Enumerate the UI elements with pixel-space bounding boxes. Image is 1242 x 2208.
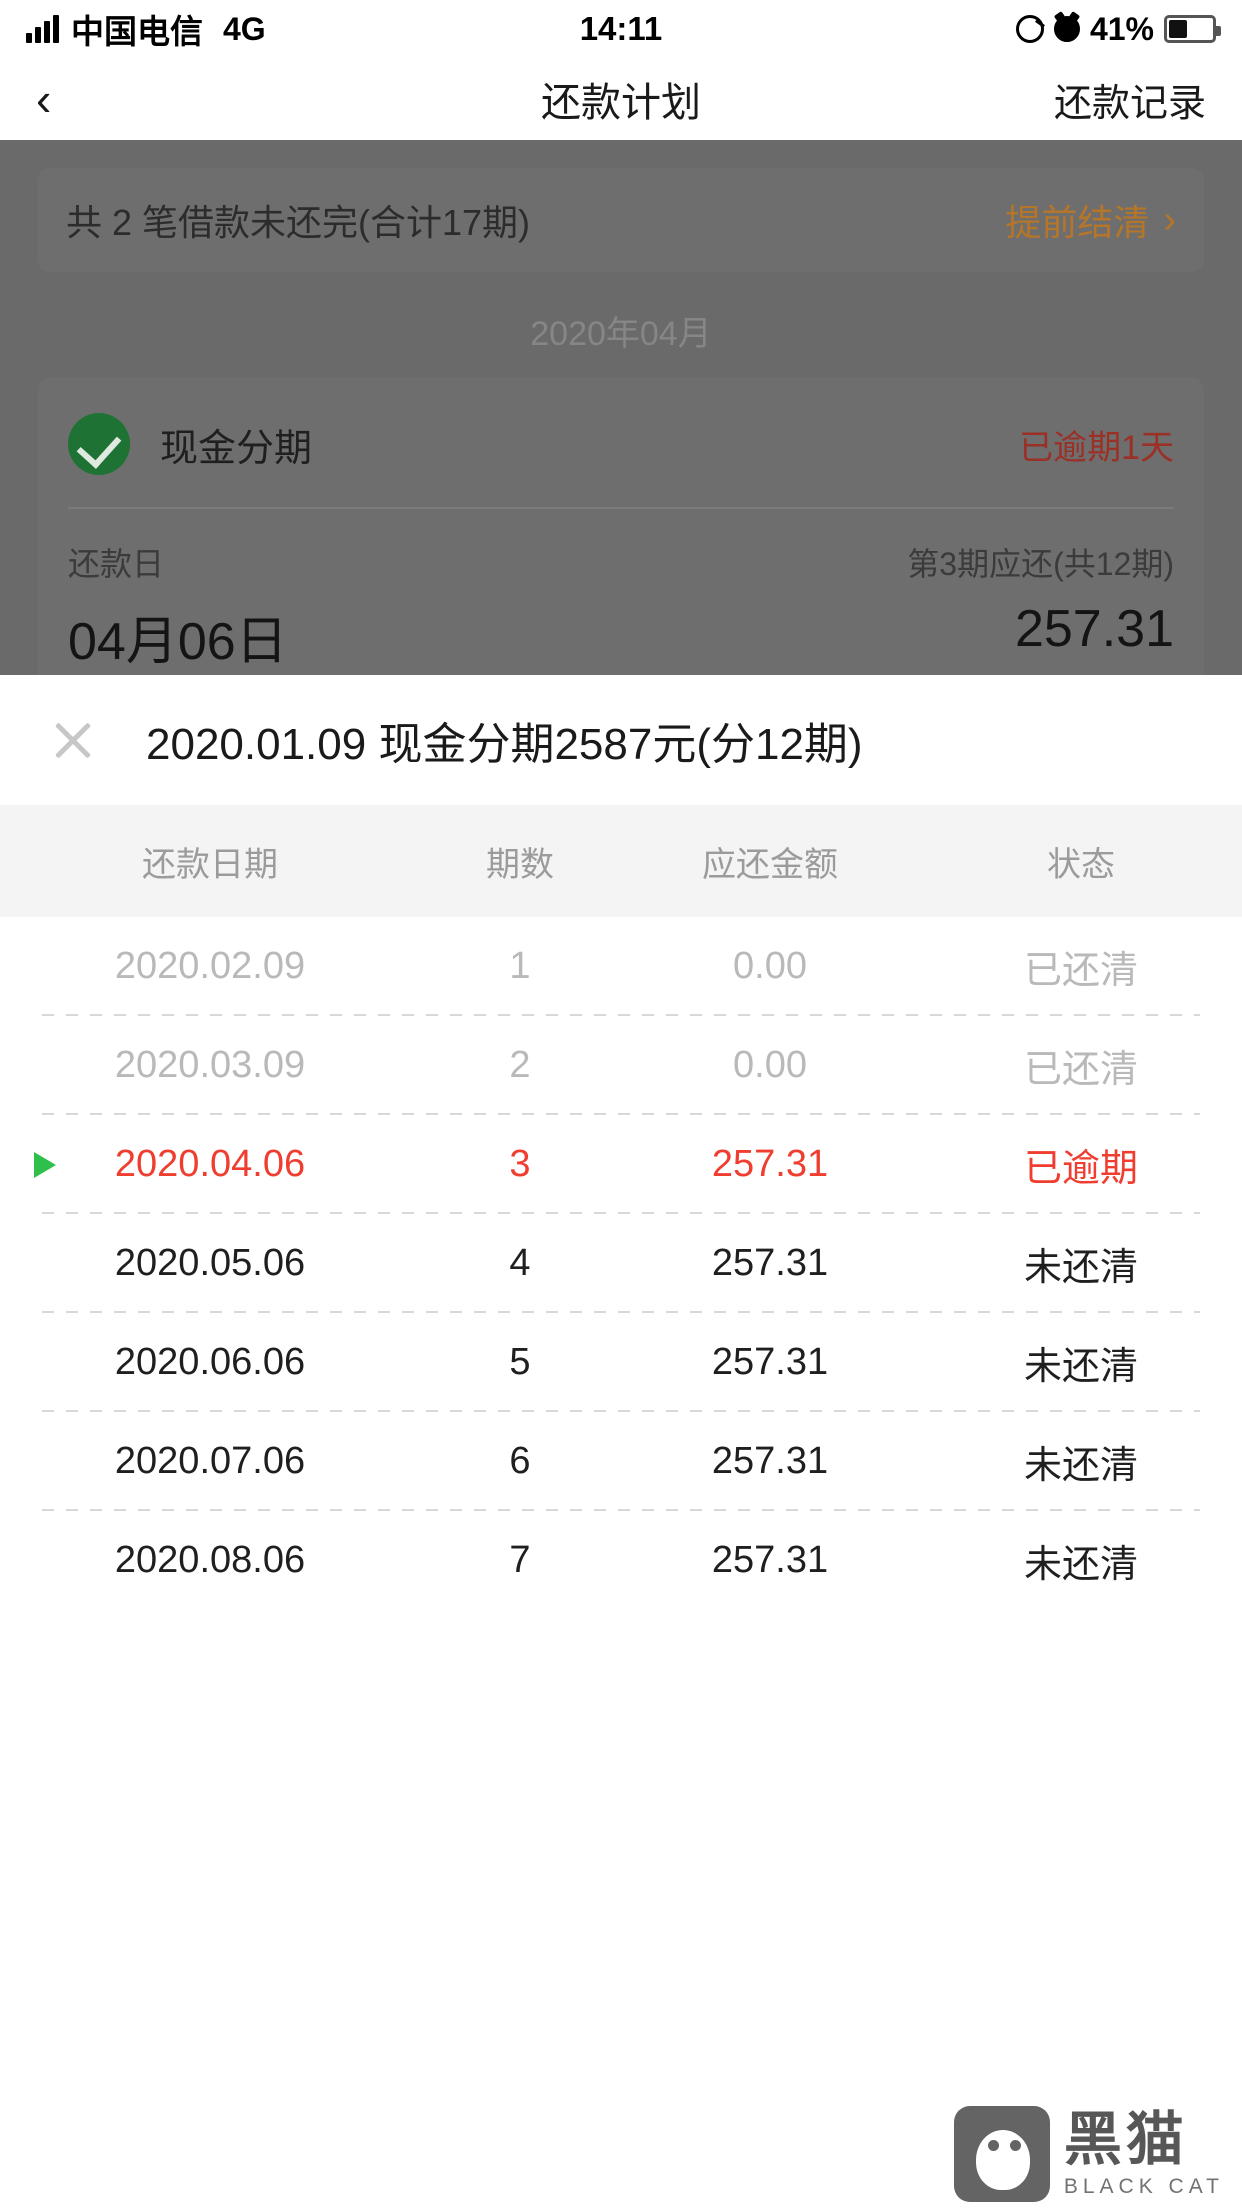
cell-status: 已还清 (1023, 950, 1138, 992)
installment-card[interactable]: 现金分期 已逾期1天 还款日 04月06日 第3期应还(共12期) 257.31… (38, 377, 1204, 675)
network-type-label: 4G (223, 10, 266, 47)
check-circle-icon (68, 413, 130, 475)
table-row[interactable]: 2020.02.09 1 0.00 已还清 (0, 917, 1242, 1016)
repayment-date-label: 还款日 (68, 546, 165, 582)
cell-status: 未还清 (1023, 1445, 1138, 1487)
dimmed-overlay-background[interactable]: 共 2 笔借款未还完(合计17期) 提前结清 › 2020年04月 现金分期 已… (0, 140, 1242, 675)
rotation-lock-icon (1015, 15, 1044, 43)
cell-amount: 0.00 (733, 945, 807, 987)
table-row[interactable]: 2020.06.06 5 257.31 未还清 (0, 1313, 1242, 1412)
repayment-schedule-sheet: 2020.01.09 现金分期2587元(分12期) 还款日期 期数 应还金额 … (0, 675, 1242, 2208)
cell-date: 2020.06.06 (114, 1341, 306, 1383)
cell-date: 2020.04.06 (114, 1143, 306, 1185)
alarm-icon (1053, 16, 1080, 42)
cell-amount: 257.31 (711, 1143, 829, 1185)
cell-amount: 0.00 (733, 1044, 807, 1086)
table-row[interactable]: 2020.03.09 2 0.00 已还清 (0, 1016, 1242, 1115)
repayment-date-block: 还款日 04月06日 (68, 539, 621, 674)
carrier-label: 中国电信 (71, 13, 203, 50)
cell-date: 2020.08.06 (114, 1539, 306, 1581)
overdue-badge: 已逾期1天 (1019, 428, 1174, 467)
early-settlement-button[interactable]: 提前结清 › (1005, 194, 1176, 246)
cell-period: 6 (509, 1440, 531, 1482)
signal-icon (26, 15, 59, 43)
cell-period: 7 (509, 1539, 531, 1581)
cell-period: 2 (509, 1044, 531, 1086)
cell-period: 4 (509, 1242, 531, 1284)
cell-date: 2020.02.09 (114, 945, 306, 987)
installment-card-header: 现金分期 已逾期1天 (68, 407, 1174, 481)
battery-icon (1164, 15, 1221, 43)
installment-product-name: 现金分期 (160, 427, 313, 470)
status-bar-left: 中国电信 4G (26, 5, 266, 53)
cell-date: 2020.03.09 (114, 1044, 306, 1086)
watermark-en-label: BLACK CAT (1063, 2175, 1224, 2198)
installment-card-details: 还款日 04月06日 第3期应还(共12期) 257.31 (68, 509, 1174, 674)
table-header-row: 还款日期 期数 应还金额 状态 (0, 805, 1242, 917)
repayment-amount-block: 第3期应还(共12期) 257.31 (621, 539, 1174, 674)
cell-status: 未还清 (1023, 1544, 1138, 1586)
current-period-marker-icon (34, 1151, 56, 1178)
cell-status: 已还清 (1023, 1049, 1138, 1091)
battery-percent-label: 41% (1089, 10, 1154, 47)
table-row[interactable]: 2020.08.06 7 257.31 未还清 (0, 1511, 1242, 1610)
cell-status: 未还清 (1023, 1247, 1138, 1289)
cell-amount: 257.31 (711, 1242, 829, 1284)
sheet-title: 2020.01.09 现金分期2587元(分12期) (146, 720, 863, 769)
early-settlement-label: 提前结清 (1005, 202, 1150, 243)
column-header-date: 还款日期 (142, 845, 278, 884)
column-header-amount: 应还金额 (702, 845, 838, 884)
table-row[interactable]: 2020.04.06 3 257.31 已逾期 (0, 1115, 1242, 1214)
chevron-right-icon: › (1163, 198, 1176, 241)
watermark-cn-label: 黑猫 (1063, 2107, 1188, 2172)
cell-amount: 257.31 (711, 1341, 829, 1383)
repayment-date-value: 04月06日 (68, 613, 288, 671)
repayment-schedule-table: 还款日期 期数 应还金额 状态 2020.02.09 1 0.00 已还清 2020.0… (0, 805, 1242, 1610)
cell-status: 已逾期 (1023, 1148, 1138, 1190)
repayment-amount-value: 257.31 (1014, 600, 1174, 658)
cell-status: 未还清 (1023, 1346, 1138, 1388)
cell-amount: 257.31 (711, 1440, 829, 1482)
status-bar-right: 41% (1015, 10, 1221, 48)
sheet-header: 2020.01.09 现金分期2587元(分12期) (0, 675, 1242, 805)
loans-summary-bar: 共 2 笔借款未还完(合计17期) 提前结清 › (38, 168, 1204, 272)
cell-date: 2020.05.06 (114, 1242, 306, 1284)
column-header-period: 期数 (486, 845, 554, 884)
table-row[interactable]: 2020.05.06 4 257.31 未还清 (0, 1214, 1242, 1313)
cell-date: 2020.07.06 (114, 1440, 306, 1482)
repayment-amount-label: 第3期应还(共12期) (907, 546, 1174, 582)
loans-summary-text: 共 2 笔借款未还完(合计17期) (66, 202, 531, 243)
watermark-text: 黑猫 BLACK CAT (1063, 2107, 1224, 2198)
watermark: 黑猫 BLACK CAT (953, 2106, 1224, 2202)
status-bar: 中国电信 4G 14:11 41% (0, 0, 1242, 58)
repayment-records-button[interactable]: 还款记录 (1054, 72, 1206, 127)
table-row[interactable]: 2020.07.06 6 257.31 未还清 (0, 1412, 1242, 1511)
cell-period: 3 (509, 1143, 531, 1185)
cell-period: 5 (509, 1341, 531, 1383)
month-label: 2020年04月 (530, 315, 712, 353)
column-header-status: 状态 (1047, 845, 1115, 884)
navigation-bar: ‹ 还款计划 还款记录 (0, 58, 1242, 140)
black-cat-logo-icon (953, 2106, 1050, 2202)
cell-period: 1 (509, 945, 531, 987)
table-body: 2020.02.09 1 0.00 已还清 2020.03.09 2 0.00 已还清 2020… (0, 917, 1242, 1610)
cell-amount: 257.31 (711, 1539, 829, 1581)
close-icon[interactable] (46, 713, 100, 767)
